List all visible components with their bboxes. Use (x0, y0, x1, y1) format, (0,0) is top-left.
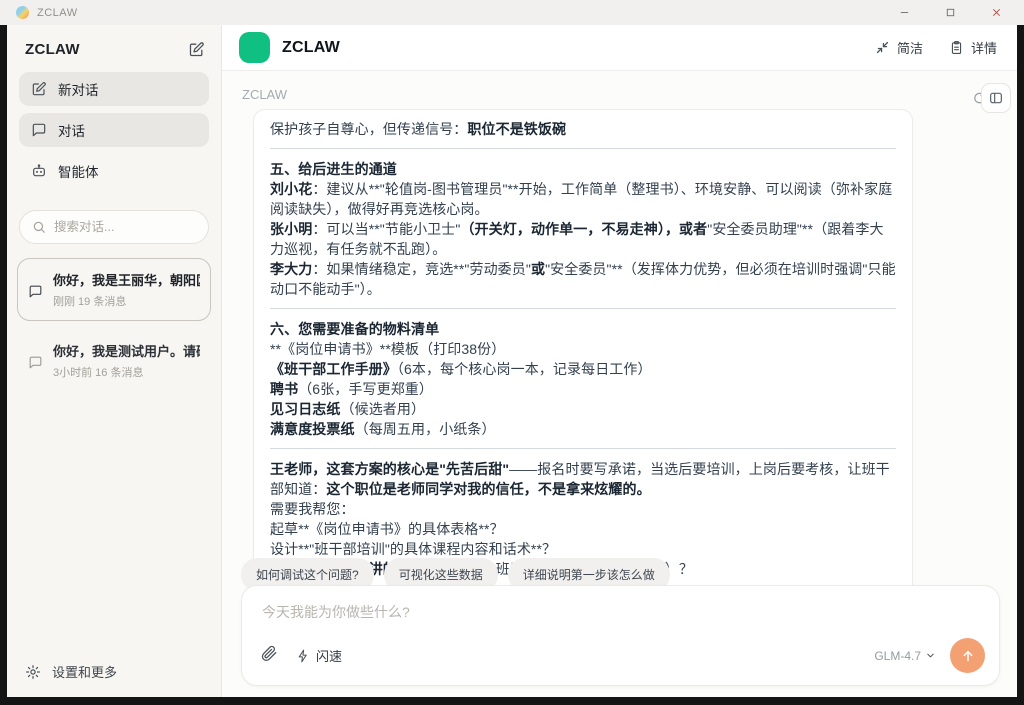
conversation-meta: 刚刚 19 条消息 (53, 293, 200, 309)
brand: ZCLAW (239, 32, 340, 63)
search-box[interactable] (19, 210, 209, 244)
sidebar-title: ZCLAW (25, 41, 80, 58)
chat-bubble-icon (28, 273, 43, 309)
sidebar: ZCLAW 新对话 对话 智能体 (7, 25, 222, 697)
settings-and-more[interactable]: 设置和更多 (7, 646, 221, 697)
chat-area: ZCLAW 保护孩子自尊心，但传递信号：职位不是铁饭碗五、给后进生的通道刘小花：… (222, 71, 1017, 697)
conversation-title: 你好，我是测试用户。请确... (53, 341, 200, 360)
message-paragraph: 李大力：如果情绪稳定，竞选**"劳动委员"或"安全委员"**（发挥体力优势，但必… (270, 259, 896, 299)
quick-mode-label: 闪速 (316, 646, 342, 665)
model-name: GLM-4.7 (874, 649, 921, 663)
message-heading: 六、您需要准备的物料清单 (270, 319, 896, 339)
conversation-texts: 你好，我是测试用户。请确... 3小时前 16 条消息 (53, 341, 200, 380)
window-controls (896, 5, 1014, 21)
send-button[interactable] (950, 638, 985, 673)
sidebar-nav: 新对话 对话 智能体 (7, 72, 221, 188)
composer-toolbar: 闪速 GLM-4.7 (242, 638, 999, 685)
quick-mode-button[interactable]: 闪速 (296, 646, 342, 665)
message-paragraph: 张小明：可以当**"节能小卫士"（开关灯，动作单一，不易走神），或者"安全委员助… (270, 219, 896, 259)
message-paragraph: 王老师，这套方案的核心是"先苦后甜"——报名时要写承诺，当选后要培训，上岗后要考… (270, 459, 896, 499)
settings-label: 设置和更多 (52, 662, 117, 681)
toggle-panel-button[interactable] (981, 83, 1011, 113)
composer-right: GLM-4.7 (874, 638, 985, 673)
message-paragraph: 需要我帮您： (270, 499, 896, 519)
composer: 闪速 GLM-4.7 (241, 585, 1000, 686)
attach-icon[interactable] (260, 644, 278, 667)
message-input[interactable] (242, 586, 999, 638)
message-paragraph: 《班干部工作手册》（6本，每个核心岗一本，记录每日工作） (270, 359, 896, 379)
chat-header: ZCLAW 简洁 详情 (222, 25, 1017, 71)
sidebar-item-label: 新对话 (58, 79, 99, 99)
window-title: ZCLAW (37, 7, 78, 19)
message-paragraph: 聘书（6张，手写更郑重） (270, 379, 896, 399)
message-paragraph: 满意度投票纸（每周五用，小纸条） (270, 419, 896, 439)
lightning-icon (296, 649, 310, 663)
message-divider (270, 308, 896, 309)
message-content: 保护孩子自尊心，但传递信号：职位不是铁饭碗五、给后进生的通道刘小花：建议从**"… (270, 119, 896, 599)
message-divider (270, 448, 896, 449)
sidebar-item-label: 对话 (58, 120, 85, 140)
chevron-down-icon (925, 650, 936, 661)
message-paragraph: 起草**《岗位申请书》的具体表格**？ (270, 519, 896, 539)
chat-bubble-icon (31, 122, 47, 138)
detail-mode-button[interactable]: 详情 (949, 38, 997, 57)
header-actions: 简洁 详情 (875, 38, 997, 57)
new-chat-icon (31, 81, 47, 97)
gear-icon (25, 664, 41, 680)
message-paragraph: 刘小花：建议从**"轮值岗-图书管理员"**开始，工作简单（整理书）、环境安静、… (270, 179, 896, 219)
collapse-icon (875, 40, 890, 55)
compose-icon[interactable] (188, 41, 205, 58)
conversation-meta: 3小时前 16 条消息 (53, 364, 200, 380)
window-titlebar: ZCLAW (0, 0, 1024, 25)
chat-tools (972, 83, 1011, 113)
message-paragraph: 保护孩子自尊心，但传递信号：职位不是铁饭碗 (270, 119, 896, 139)
conversation-texts: 你好，我是王丽华，朝阳区... 刚刚 19 条消息 (53, 270, 200, 309)
app-logo-icon (16, 6, 29, 19)
sidebar-item-conversations[interactable]: 对话 (19, 113, 209, 147)
model-selector[interactable]: GLM-4.7 (874, 649, 936, 663)
clipboard-icon (949, 40, 964, 55)
conversation-list: 你好，我是王丽华，朝阳区... 刚刚 19 条消息 你好，我是测试用户。请确..… (7, 258, 221, 392)
message-sender: ZCLAW (242, 87, 287, 102)
chat-bubble-icon (28, 344, 43, 380)
compact-mode-label: 简洁 (897, 38, 923, 57)
conversation-item-active[interactable]: 你好，我是王丽华，朝阳区... 刚刚 19 条消息 (17, 258, 211, 321)
brand-name: ZCLAW (282, 39, 340, 57)
sidebar-header: ZCLAW (7, 25, 221, 72)
assistant-message-card: 保护孩子自尊心，但传递信号：职位不是铁饭碗五、给后进生的通道刘小花：建议从**"… (253, 109, 913, 612)
maximize-button[interactable] (942, 5, 958, 21)
conversation-item[interactable]: 你好，我是测试用户。请确... 3小时前 16 条消息 (17, 329, 211, 392)
message-paragraph: 见习日志纸（候选者用） (270, 399, 896, 419)
sidebar-item-label: 智能体 (58, 161, 99, 181)
app-window: ZCLAW 新对话 对话 智能体 (7, 25, 1017, 697)
main-panel: ZCLAW 简洁 详情 ZCLAW (222, 25, 1017, 697)
search-input[interactable] (54, 220, 194, 234)
compact-mode-button[interactable]: 简洁 (875, 38, 923, 57)
robot-icon (31, 163, 47, 179)
sidebar-item-new-chat[interactable]: 新对话 (19, 72, 209, 106)
message-paragraph: 设计**"班干部培训"的具体课程内容和话术**？ (270, 539, 896, 559)
detail-mode-label: 详情 (971, 38, 997, 57)
message-heading: 五、给后进生的通道 (270, 159, 896, 179)
conversation-title: 你好，我是王丽华，朝阳区... (53, 270, 200, 289)
close-button[interactable] (988, 5, 1004, 21)
search-icon (32, 220, 46, 234)
message-divider (270, 148, 896, 149)
minimize-button[interactable] (896, 5, 912, 21)
sidebar-item-agents[interactable]: 智能体 (19, 154, 209, 188)
brand-logo-icon (239, 32, 270, 63)
message-paragraph: **《岗位申请书》**模板（打印38份） (270, 339, 896, 359)
